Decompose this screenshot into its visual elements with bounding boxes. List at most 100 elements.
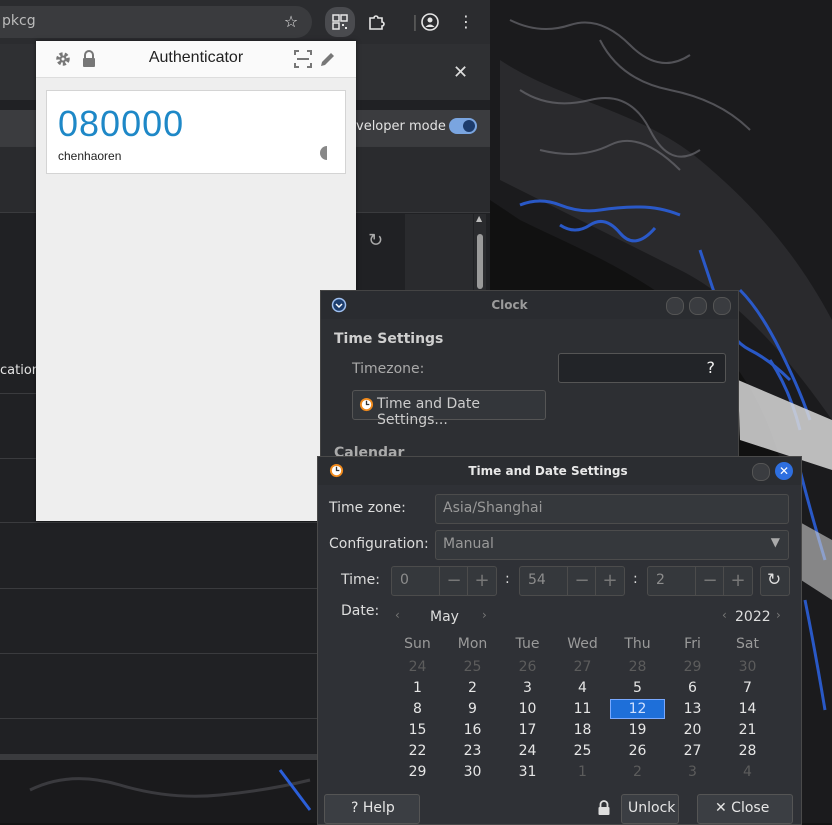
calendar-day[interactable]: 24 [500, 741, 555, 761]
timezone-field[interactable]: Asia/Shanghai [435, 494, 789, 524]
calendar-day[interactable]: 27 [555, 657, 610, 677]
developer-mode-toggle[interactable] [449, 118, 477, 134]
address-bar[interactable]: pkcg [0, 6, 312, 38]
clock-icon [359, 397, 374, 412]
time-separator: : [505, 571, 510, 587]
clock-titlebar[interactable]: Clock [321, 291, 738, 319]
minus-icon[interactable]: − [695, 567, 724, 595]
calendar-day[interactable]: 10 [500, 699, 555, 719]
profile-icon[interactable] [418, 10, 442, 34]
calendar-day[interactable]: 31 [500, 762, 555, 782]
maximize-button[interactable] [689, 297, 707, 315]
calendar-day[interactable]: 25 [555, 741, 610, 761]
calendar-day[interactable]: 4 [720, 762, 775, 782]
calendar-day[interactable]: 26 [610, 741, 665, 761]
calendar-day[interactable]: 20 [665, 720, 720, 740]
weekday-header: Fri [684, 636, 701, 652]
calendar-day[interactable]: 22 [390, 741, 445, 761]
calendar-day[interactable]: 1 [555, 762, 610, 782]
dialog-titlebar[interactable]: Time and Date Settings ✕ [318, 457, 801, 485]
calendar-day[interactable]: 3 [665, 762, 720, 782]
chevron-left-icon[interactable]: ‹ [722, 608, 727, 622]
calendar-day[interactable]: 28 [610, 657, 665, 677]
calendar-day[interactable]: 11 [555, 699, 610, 719]
configuration-label: Configuration: [329, 536, 429, 552]
time-date-settings-button[interactable]: Time and Date Settings... [352, 390, 546, 428]
calendar-day[interactable]: 26 [500, 657, 555, 677]
calendar-day[interactable]: 2 [445, 678, 500, 698]
clock-title: Clock [491, 298, 528, 312]
plus-icon[interactable]: + [467, 567, 496, 595]
calendar-day[interactable]: 30 [445, 762, 500, 782]
minimize-button[interactable] [666, 297, 684, 315]
plus-icon[interactable]: + [723, 567, 752, 595]
calendar-day[interactable]: 6 [665, 678, 720, 698]
configuration-select[interactable]: Manual ▼ [435, 530, 789, 560]
minimize-button[interactable] [752, 463, 770, 481]
edit-pencil-icon[interactable] [319, 50, 337, 68]
extensions-icon[interactable] [364, 10, 388, 34]
unlock-button[interactable]: Unlock [621, 794, 679, 824]
star-icon[interactable]: ☆ [279, 10, 303, 34]
lock-icon [597, 800, 611, 820]
menu-kebab-icon[interactable]: ⋮ [454, 10, 478, 34]
calendar-day[interactable]: 19 [610, 720, 665, 740]
minute-spinner[interactable]: 54 − + [519, 566, 625, 596]
calendar-day-selected[interactable]: 12 [610, 699, 665, 719]
qr-code-icon[interactable] [325, 7, 355, 37]
calendar-day[interactable]: 9 [445, 699, 500, 719]
calendar-day[interactable]: 7 [720, 678, 775, 698]
close-button[interactable]: ✕ Close [697, 794, 793, 824]
calendar-day[interactable]: 15 [390, 720, 445, 740]
weekday-header: Thu [624, 636, 651, 652]
time-date-dialog: Time and Date Settings ✕ Time zone: Asia… [317, 456, 802, 825]
chevron-right-icon[interactable]: › [482, 608, 487, 622]
scan-qr-icon[interactable] [294, 50, 312, 68]
calendar-day[interactable]: 13 [665, 699, 720, 719]
calendar-day[interactable]: 8 [390, 699, 445, 719]
hour-spinner[interactable]: 0 − + [391, 566, 497, 596]
calendar-day[interactable]: 27 [665, 741, 720, 761]
reload-icon[interactable]: ↻ [368, 230, 383, 251]
weekday-header: Sun [404, 636, 431, 652]
second-spinner[interactable]: 2 − + [647, 566, 753, 596]
calendar-day[interactable]: 4 [555, 678, 610, 698]
calendar-day[interactable]: 5 [610, 678, 665, 698]
calendar-day[interactable]: 16 [445, 720, 500, 740]
calendar-day[interactable]: 29 [390, 762, 445, 782]
calendar-day[interactable]: 3 [500, 678, 555, 698]
calendar-day[interactable]: 25 [445, 657, 500, 677]
side-panel [405, 214, 473, 294]
close-button[interactable] [713, 297, 731, 315]
minus-icon[interactable]: − [439, 567, 468, 595]
calendar-day[interactable]: 24 [390, 657, 445, 677]
chevron-right-icon[interactable]: › [776, 608, 781, 622]
calendar-day[interactable]: 30 [720, 657, 775, 677]
timezone-label: Timezone: [352, 361, 425, 377]
plus-icon[interactable]: + [595, 567, 624, 595]
calendar-day[interactable]: 1 [390, 678, 445, 698]
timezone-picker[interactable]: ? [558, 353, 726, 383]
hour-value: 0 [400, 572, 409, 588]
calendar-day[interactable]: 2 [610, 762, 665, 782]
minus-icon[interactable]: − [567, 567, 596, 595]
weekday-header: Wed [567, 636, 598, 652]
calendar-day[interactable]: 23 [445, 741, 500, 761]
calendar[interactable]: ‹ May › ‹ 2022 › Sun Mon Tue Wed Thu Fri Sat 2… [390, 605, 790, 785]
help-button[interactable]: ? Help [324, 794, 420, 824]
help-label: ? Help [351, 800, 395, 816]
calendar-day[interactable]: 28 [720, 741, 775, 761]
chevron-left-icon[interactable]: ‹ [395, 608, 400, 622]
close-icon[interactable]: ✕ [775, 462, 793, 480]
weekday-header: Sat [736, 636, 759, 652]
close-icon[interactable]: ✕ [453, 62, 468, 83]
calendar-day[interactable]: 17 [500, 720, 555, 740]
calendar-day[interactable]: 14 [720, 699, 775, 719]
calendar-day[interactable]: 29 [665, 657, 720, 677]
reset-time-button[interactable]: ↻ [760, 566, 790, 596]
calendar-day[interactable]: 18 [555, 720, 610, 740]
scrollbar[interactable] [474, 214, 486, 294]
account-card[interactable]: 080000 chenhaoren [46, 90, 346, 174]
calendar-day[interactable]: 21 [720, 720, 775, 740]
weekday-header: Mon [457, 636, 488, 652]
